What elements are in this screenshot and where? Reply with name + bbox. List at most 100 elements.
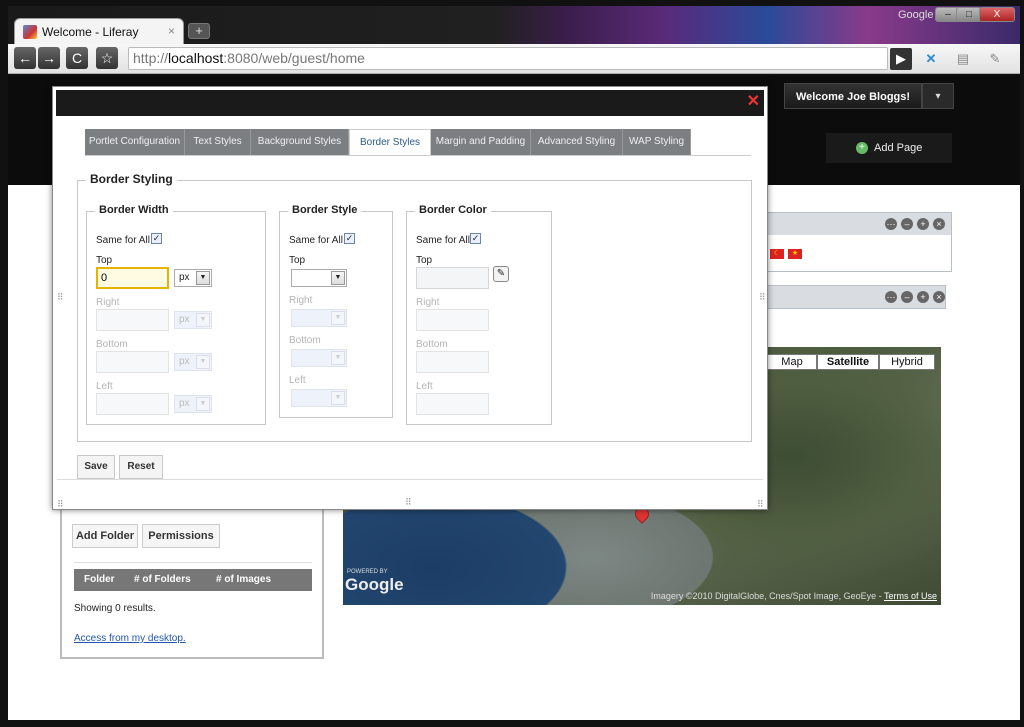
reset-button[interactable]: Reset bbox=[119, 455, 163, 479]
back-button[interactable]: ← bbox=[14, 47, 36, 69]
look-and-feel-dialog: ✕ Portlet Configuration Text Styles Back… bbox=[52, 86, 768, 510]
left-label: Left bbox=[416, 381, 433, 392]
map-type-satellite[interactable]: Satellite bbox=[817, 354, 879, 370]
portlet-options-icon[interactable]: ⋯ bbox=[885, 218, 897, 230]
border-style-top-select[interactable]: ▼ bbox=[291, 269, 347, 287]
welcome-menu[interactable]: Welcome Joe Bloggs! bbox=[784, 83, 922, 109]
resize-handle-icon[interactable]: ⠿ bbox=[757, 499, 764, 510]
border-width-right-input[interactable] bbox=[96, 309, 169, 331]
dock-toggle-icon[interactable]: ▾ bbox=[922, 83, 954, 109]
border-width-top-unit[interactable]: px ▼ bbox=[174, 269, 212, 287]
tab-portlet-configuration[interactable]: Portlet Configuration bbox=[85, 129, 185, 155]
tab-advanced-styling[interactable]: Advanced Styling bbox=[531, 129, 623, 155]
border-width-top-input[interactable]: 0 bbox=[96, 267, 169, 289]
tab-wap-styling[interactable]: WAP Styling bbox=[623, 129, 691, 155]
save-button[interactable]: Save bbox=[77, 455, 115, 479]
tab-text-styles[interactable]: Text Styles bbox=[185, 129, 251, 155]
border-color-legend: Border Color bbox=[415, 204, 491, 216]
same-for-all-checkbox[interactable]: ✓ bbox=[470, 233, 481, 244]
column-folders-count[interactable]: # of Folders bbox=[134, 574, 191, 585]
tab-border-styles[interactable]: Border Styles bbox=[349, 129, 431, 155]
portlet-minimize-icon[interactable]: – bbox=[901, 291, 913, 303]
top-label: Top bbox=[289, 255, 306, 266]
bottom-label: Bottom bbox=[416, 339, 448, 350]
resize-handle-icon[interactable]: ⠿ bbox=[405, 497, 412, 508]
close-window-button[interactable]: X bbox=[979, 7, 1015, 22]
border-width-right-unit[interactable]: px ▼ bbox=[174, 311, 212, 329]
language-portlet: ⋯ – + × bbox=[766, 212, 952, 272]
chevron-down-icon: ▼ bbox=[196, 397, 210, 411]
border-width-legend: Border Width bbox=[95, 204, 173, 216]
border-width-bottom-input[interactable] bbox=[96, 351, 169, 373]
browser-tab[interactable]: Welcome - Liferay × bbox=[14, 18, 184, 44]
new-tab-button[interactable]: + bbox=[188, 23, 210, 39]
color-picker-icon[interactable]: ✎ bbox=[493, 266, 509, 282]
border-color-left-input[interactable] bbox=[416, 393, 489, 415]
tab-title: Welcome - Liferay bbox=[42, 25, 139, 39]
border-style-legend: Border Style bbox=[288, 204, 362, 216]
chevron-down-icon: ▼ bbox=[196, 313, 210, 327]
map-type-map[interactable]: Map bbox=[767, 354, 817, 370]
wrench-icon[interactable]: ✎ bbox=[984, 48, 1006, 70]
right-label: Right bbox=[289, 295, 313, 306]
forward-button[interactable]: → bbox=[38, 47, 60, 69]
terms-of-use-link[interactable]: Terms of Use bbox=[884, 591, 937, 601]
tab-margin-and-padding[interactable]: Margin and Padding bbox=[431, 129, 531, 155]
map-attribution: Imagery ©2010 DigitalGlobe, Cnes/Spot Im… bbox=[650, 591, 937, 601]
map-type-hybrid[interactable]: Hybrid bbox=[879, 354, 935, 370]
border-color-top-input[interactable] bbox=[416, 267, 489, 289]
page-menu-icon[interactable]: ▤ bbox=[952, 48, 974, 70]
google-logo: Google bbox=[345, 575, 404, 594]
border-width-bottom-unit[interactable]: px ▼ bbox=[174, 353, 212, 371]
column-images-count[interactable]: # of Images bbox=[216, 574, 271, 585]
portlet-options-icon[interactable]: ⋯ bbox=[885, 291, 897, 303]
portlet-maximize-icon[interactable]: + bbox=[917, 291, 929, 303]
image-gallery-portlet: Add Folder Permissions Folder # of Folde… bbox=[60, 495, 324, 659]
resize-handle-icon[interactable]: ⠿ bbox=[57, 292, 64, 303]
border-style-right-select[interactable]: ▼ bbox=[291, 309, 347, 327]
flag-icon[interactable]: ★ bbox=[788, 249, 802, 259]
browser-window: Welcome - Liferay × + Google – □ X ← → C… bbox=[0, 0, 1024, 727]
add-page-button[interactable]: + Add Page bbox=[826, 133, 952, 163]
chevron-down-icon: ▼ bbox=[331, 351, 345, 365]
column-folder[interactable]: Folder bbox=[84, 574, 115, 585]
border-style-left-select[interactable]: ▼ bbox=[291, 389, 347, 407]
resize-handle-icon[interactable]: ⠿ bbox=[759, 292, 766, 303]
border-style-bottom-select[interactable]: ▼ bbox=[291, 349, 347, 367]
border-styling-legend: Border Styling bbox=[86, 172, 177, 186]
reload-button[interactable]: C bbox=[66, 47, 88, 69]
add-folder-button[interactable]: Add Folder bbox=[72, 524, 138, 548]
brand-label: Google bbox=[898, 9, 934, 21]
dialog-titlebar: ✕ bbox=[56, 90, 764, 116]
bookmark-star-icon[interactable]: ☆ bbox=[96, 47, 118, 69]
border-width-left-unit[interactable]: px ▼ bbox=[174, 395, 212, 413]
portlet-maximize-icon[interactable]: + bbox=[917, 218, 929, 230]
left-label: Left bbox=[289, 375, 306, 386]
chevron-down-icon: ▼ bbox=[331, 391, 345, 405]
permissions-button[interactable]: Permissions bbox=[142, 524, 220, 548]
border-width-fieldset: Border Width Same for All ✓ Top 0 px ▼ Ri… bbox=[86, 204, 266, 425]
flag-icon[interactable]: ☾ bbox=[770, 249, 784, 259]
resize-handle-icon[interactable]: ⠿ bbox=[57, 499, 64, 510]
address-bar[interactable]: http://localhost:8080/web/guest/home bbox=[128, 47, 888, 70]
same-for-all-checkbox[interactable]: ✓ bbox=[151, 233, 162, 244]
portlet-close-icon[interactable]: × bbox=[933, 218, 945, 230]
tab-close-icon[interactable]: × bbox=[168, 24, 175, 38]
liferay-favicon-icon bbox=[23, 25, 37, 39]
access-desktop-link[interactable]: Access from my desktop. bbox=[74, 633, 186, 644]
border-color-bottom-input[interactable] bbox=[416, 351, 489, 373]
close-icon[interactable]: ✕ bbox=[747, 94, 760, 110]
map-portlet-titlebar: ⋯ – + × bbox=[766, 285, 946, 309]
portlet-minimize-icon[interactable]: – bbox=[901, 218, 913, 230]
portlet-close-icon[interactable]: × bbox=[933, 291, 945, 303]
tab-background-styles[interactable]: Background Styles bbox=[251, 129, 349, 155]
same-for-all-checkbox[interactable]: ✓ bbox=[344, 233, 355, 244]
right-label: Right bbox=[96, 297, 120, 308]
border-color-right-input[interactable] bbox=[416, 309, 489, 331]
border-color-fieldset: Border Color Same for All ✓ Top ✎ Right … bbox=[406, 204, 552, 425]
left-label: Left bbox=[96, 381, 113, 392]
border-width-left-input[interactable] bbox=[96, 393, 169, 415]
extension-icon[interactable]: ✕ bbox=[920, 48, 942, 70]
url-host: localhost bbox=[168, 50, 224, 66]
play-icon[interactable]: ▶ bbox=[890, 48, 912, 70]
